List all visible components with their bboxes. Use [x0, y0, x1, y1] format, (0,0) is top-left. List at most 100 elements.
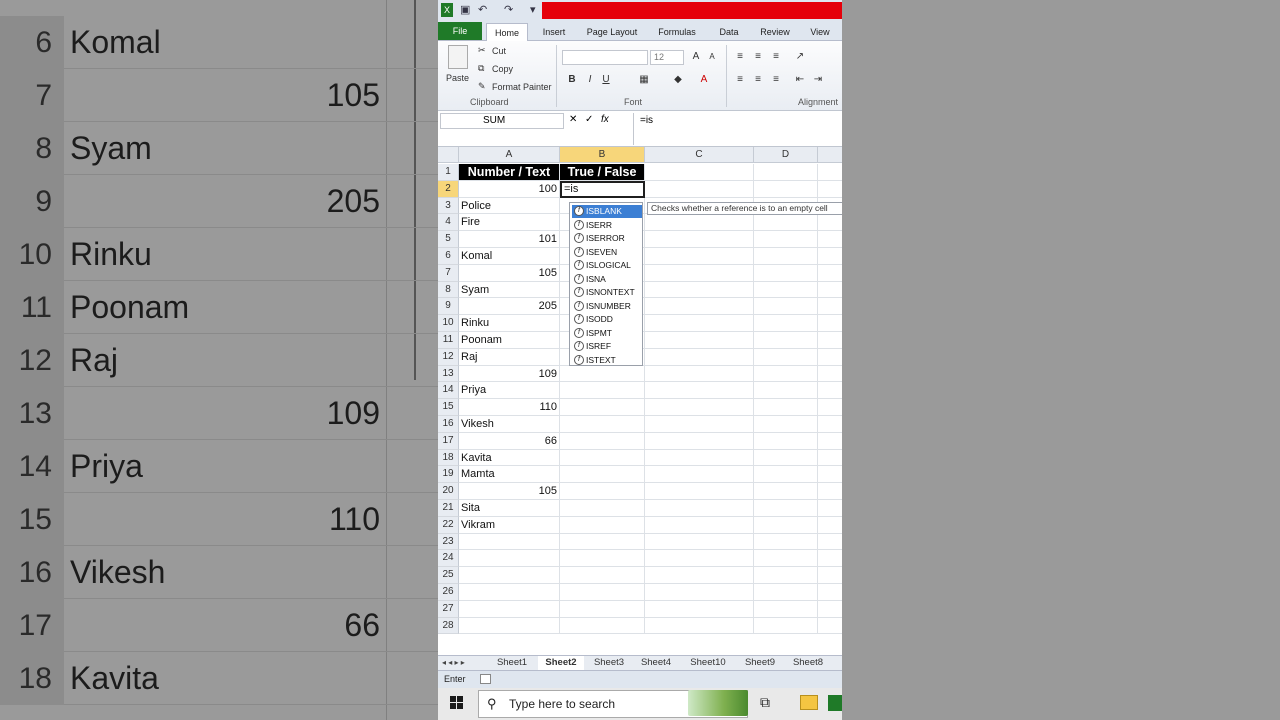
autocomplete-item[interactable]: f ISPMT [572, 327, 642, 340]
cell-c[interactable] [645, 315, 754, 332]
header-cell-number-text[interactable]: Number / Text [459, 164, 560, 181]
row-header[interactable]: 8 [438, 281, 459, 299]
cell-a[interactable]: 109 [459, 365, 560, 383]
cell-d[interactable] [754, 365, 818, 383]
row-header[interactable]: 7 [438, 264, 459, 282]
cell-a[interactable] [459, 600, 560, 618]
row-header[interactable]: 17 [438, 432, 459, 450]
cell-b[interactable] [560, 516, 645, 534]
cell-d[interactable] [754, 449, 818, 467]
row-header[interactable]: 11 [438, 332, 459, 349]
row-header[interactable]: 16 [438, 416, 459, 433]
row-header[interactable]: 12 [438, 348, 459, 366]
cell-b[interactable] [560, 550, 645, 568]
cell-e[interactable] [818, 416, 842, 433]
cell-b[interactable] [560, 466, 645, 484]
autocomplete-item[interactable]: f ISODD [572, 313, 642, 326]
cell-e[interactable] [818, 517, 842, 534]
cell-a[interactable] [459, 567, 560, 584]
cut-icon[interactable]: ✂ [478, 45, 486, 56]
cell-a[interactable]: 205 [459, 298, 560, 316]
row-header[interactable]: 5 [438, 231, 459, 248]
cell-c[interactable] [645, 533, 754, 551]
autocomplete-item[interactable]: f ISLOGICAL [572, 259, 642, 272]
format-painter-icon[interactable]: ✎ [478, 81, 486, 92]
cell-a[interactable]: Police [459, 197, 560, 215]
sheet-tab-sheet3[interactable]: Sheet3 [588, 656, 630, 670]
cell-a[interactable]: Komal [459, 248, 560, 265]
increase-indent-icon[interactable]: ⇥ [810, 73, 826, 87]
cell-c[interactable] [645, 281, 754, 299]
cell-a[interactable]: Priya [459, 382, 560, 400]
cell-e[interactable] [818, 466, 842, 484]
tab-insert[interactable]: Insert [536, 23, 572, 41]
cell-c[interactable] [645, 399, 754, 416]
cell-b[interactable] [560, 416, 645, 433]
row-header[interactable]: 25 [438, 567, 459, 584]
borders-icon[interactable]: ▦ [636, 73, 652, 87]
row-header[interactable]: 15 [438, 399, 459, 416]
column-header-a[interactable]: A [459, 147, 560, 163]
cell-c[interactable] [645, 332, 754, 349]
column-header-b[interactable]: B [560, 147, 645, 163]
sheet-tab-sheet2[interactable]: Sheet2 [538, 656, 584, 670]
column-header-d[interactable]: D [754, 147, 818, 163]
cell-a[interactable]: 100 [459, 180, 560, 198]
cell-e[interactable] [818, 332, 842, 349]
cell-c[interactable] [645, 550, 754, 568]
cell-d[interactable] [754, 164, 818, 181]
cell-b[interactable] [560, 432, 645, 450]
windows-start-icon[interactable] [450, 696, 464, 710]
cell-a[interactable]: Raj [459, 348, 560, 366]
cell-a[interactable]: Vikesh [459, 416, 560, 433]
tab-data[interactable]: Data [712, 23, 746, 41]
cell-b[interactable] [560, 567, 645, 584]
cell-a[interactable]: Sita [459, 500, 560, 517]
cell-a[interactable]: 101 [459, 231, 560, 248]
cell-a[interactable] [459, 550, 560, 568]
tab-home[interactable]: Home [486, 23, 528, 41]
row-header[interactable]: 21 [438, 500, 459, 517]
cell-d[interactable] [754, 264, 818, 282]
cell-c[interactable] [645, 617, 754, 635]
cell-c[interactable] [645, 600, 754, 618]
paste-label[interactable]: Paste [446, 73, 469, 83]
row-header[interactable]: 19 [438, 466, 459, 484]
autocomplete-item[interactable]: f ISNA [572, 273, 642, 286]
cell-d[interactable] [754, 432, 818, 450]
cell-c[interactable] [645, 382, 754, 400]
grow-font-icon[interactable]: A [688, 50, 704, 64]
cell-a[interactable]: Mamta [459, 466, 560, 484]
cell-c[interactable] [645, 466, 754, 484]
fill-color-icon[interactable]: ◆ [670, 73, 686, 87]
undo-icon[interactable]: ↶ [478, 3, 487, 17]
cell-b[interactable] [560, 382, 645, 400]
cell-e[interactable] [818, 567, 842, 584]
cell-d[interactable] [754, 416, 818, 433]
sheet-nav-arrows-icon[interactable]: ◂ ◂ ▸ ▸ [442, 656, 465, 670]
cell-e[interactable] [818, 282, 842, 299]
row-header[interactable]: 10 [438, 315, 459, 332]
cell-d[interactable] [754, 466, 818, 484]
row-header[interactable]: 20 [438, 483, 459, 500]
row-header[interactable]: 27 [438, 600, 459, 618]
cell-c[interactable] [645, 416, 754, 433]
copy-icon[interactable]: ⧉ [478, 63, 484, 74]
cell-c[interactable] [645, 348, 754, 366]
cell-c[interactable] [645, 264, 754, 282]
autocomplete-item[interactable]: f ISTEXT [572, 354, 642, 367]
cell-c[interactable] [645, 180, 754, 198]
row-header[interactable]: 3 [438, 197, 459, 215]
tab-file[interactable]: File [438, 22, 482, 40]
cell-a[interactable]: Rinku [459, 315, 560, 332]
autocomplete-item[interactable]: f ISERR [572, 219, 642, 232]
column-header-e[interactable] [818, 147, 842, 163]
cell-e[interactable] [818, 601, 842, 618]
cell-e[interactable] [818, 450, 842, 467]
decrease-indent-icon[interactable]: ⇤ [792, 73, 808, 87]
cell-e[interactable] [818, 315, 842, 332]
autocomplete-item[interactable]: f ISREF [572, 340, 642, 353]
cell-e[interactable] [818, 584, 842, 601]
cell-c[interactable] [645, 483, 754, 500]
align-left-icon[interactable]: ≡ [732, 73, 748, 87]
